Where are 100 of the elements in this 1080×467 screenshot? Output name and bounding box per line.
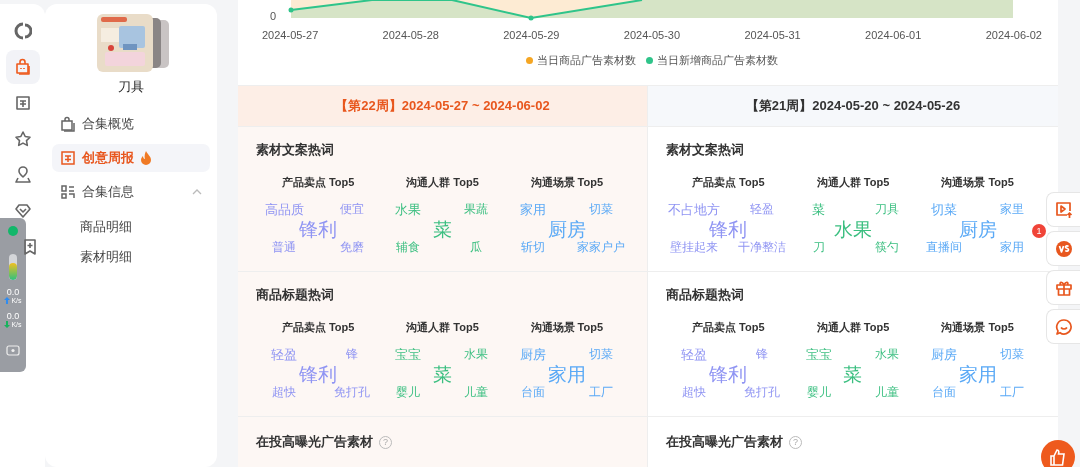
- up-arrow-icon: [4, 297, 11, 304]
- keyword: 厨房: [519, 347, 546, 361]
- keyword: 锋利: [299, 219, 338, 239]
- word-cloud-title: 沟通人群 Top5: [816, 175, 890, 190]
- camera-icon[interactable]: [6, 344, 20, 356]
- keyword: 家家户户: [576, 241, 625, 253]
- keyword: 水果: [834, 219, 872, 239]
- keyword: 家里: [999, 203, 1024, 215]
- keyword: 切菜: [588, 348, 613, 360]
- keyword: 超快: [272, 386, 297, 398]
- word-cloud-title: 沟通场景 Top5: [941, 320, 1014, 335]
- section-title: 商品标题热词: [666, 286, 745, 304]
- word-cloud-title: 产品卖点 Top5: [692, 320, 765, 335]
- keyword: 婴儿: [807, 386, 831, 398]
- down-arrow-icon: [4, 321, 11, 328]
- x-axis-label: 2024-05-30: [623, 29, 681, 41]
- y-axis-label: 0: [270, 10, 277, 22]
- nav-subitem[interactable]: 商品明细: [52, 212, 210, 242]
- week-header: 【第22周】2024-05-27 ~ 2024-06-02: [238, 86, 647, 127]
- thumbs-up-icon: [1049, 448, 1067, 466]
- blocks-icon: [60, 184, 76, 200]
- word-cloud-title: 沟通人群 Top5: [406, 175, 479, 190]
- keyword: 超快: [682, 386, 707, 398]
- section-title: 素材文案热词: [666, 141, 745, 159]
- keyword: 家用: [547, 364, 586, 384]
- keyword: 婴儿: [396, 386, 421, 398]
- keyword: 厨房: [958, 219, 997, 239]
- keyword: 家用: [958, 364, 997, 384]
- vs-tool-button[interactable]: [1046, 231, 1080, 266]
- keyword: 切菜: [930, 202, 957, 216]
- x-axis-label: 2024-06-02: [985, 29, 1042, 41]
- vs-icon: [1054, 239, 1073, 258]
- keyword: 切菜: [588, 203, 613, 215]
- sheet-icon: [60, 150, 76, 166]
- keyword: 水果: [875, 348, 899, 360]
- bag-icon: [60, 116, 76, 132]
- keyword: 便宜: [340, 203, 365, 215]
- keyword: 儿童: [464, 386, 489, 398]
- status-dot: [8, 226, 18, 236]
- section-title: 在投高曝光广告素材: [256, 433, 373, 451]
- keyword: 菜: [433, 219, 452, 239]
- keyword: 免打孔: [334, 386, 371, 398]
- keyword: 水果: [395, 202, 422, 216]
- like-button[interactable]: [1041, 440, 1075, 467]
- keyword: 不占地方: [668, 202, 721, 216]
- x-axis-label: 2024-05-29: [503, 29, 560, 41]
- keyword: 厨房: [547, 219, 586, 239]
- keyword: 斩切: [520, 241, 545, 253]
- keyword: 免磨: [340, 241, 365, 253]
- keyword: 瓜: [470, 241, 483, 253]
- keyword: 宝宝: [395, 347, 422, 361]
- keyword: 儿童: [875, 386, 899, 398]
- word-cloud-title: 沟通场景 Top5: [530, 320, 604, 335]
- nav-subitem[interactable]: 素材明细: [52, 242, 210, 272]
- word-cloud-title: 沟通场景 Top5: [941, 175, 1014, 190]
- keyword: 筷勺: [875, 241, 899, 253]
- gem-icon: [13, 202, 32, 220]
- keyword: 干净整洁: [738, 241, 787, 253]
- keyword: 宝宝: [806, 347, 832, 361]
- keyword: 台面: [520, 386, 545, 398]
- keyword: 锋利: [709, 364, 748, 384]
- bag-icon: [13, 58, 32, 76]
- nav-item[interactable]: 合集信息: [52, 178, 210, 206]
- word-cloud-title: 产品卖点 Top5: [281, 320, 355, 335]
- gift-tool-button[interactable]: [1046, 270, 1080, 305]
- collection-name: 刀具: [117, 78, 145, 96]
- keyword: 壁挂起来: [670, 241, 719, 253]
- keyword: 直播间: [925, 241, 962, 253]
- section-title: 商品标题热词: [256, 286, 335, 304]
- keyword: 免打孔: [744, 386, 781, 398]
- keyword: 菜: [843, 364, 863, 384]
- section-title: 在投高曝光广告素材: [666, 433, 783, 451]
- video-upload-tool-button[interactable]: [1046, 192, 1080, 227]
- keyword: 锋利: [709, 219, 748, 239]
- chat-icon: [1054, 317, 1073, 336]
- word-cloud-title: 沟通场景 Top5: [530, 175, 604, 190]
- video-upload-icon: [1054, 200, 1073, 219]
- keyword: 轻盈: [681, 347, 708, 361]
- bag-rail-button[interactable]: [5, 50, 40, 84]
- keyword: 锋: [756, 348, 769, 360]
- keyword: 家用: [999, 241, 1024, 253]
- week-header: 【第21周】2024-05-20 ~ 2024-05-26: [648, 86, 1058, 127]
- rate-value: 0.0: [6, 288, 20, 297]
- keyword: 厨房: [930, 347, 957, 361]
- keyword: 普通: [272, 241, 297, 253]
- keyword: 水果: [464, 348, 489, 360]
- chat-tool-button[interactable]: [1046, 309, 1080, 344]
- keyword: 家用: [519, 202, 546, 216]
- x-axis-label: 2024-05-27: [262, 29, 319, 41]
- keyword: 锋: [346, 348, 359, 360]
- x-axis-label: 2024-05-28: [382, 29, 439, 41]
- logo: [13, 22, 32, 40]
- x-axis-label: 2024-06-01: [865, 29, 922, 41]
- x-axis-label: 2024-05-31: [744, 29, 801, 41]
- chevron-up-icon[interactable]: [192, 189, 202, 195]
- pin-icon: [13, 166, 32, 184]
- nav-item[interactable]: 合集概览: [52, 110, 210, 138]
- keyword: 辅食: [396, 241, 421, 253]
- section-title: 素材文案热词: [256, 141, 335, 159]
- sheet-icon: [13, 94, 32, 112]
